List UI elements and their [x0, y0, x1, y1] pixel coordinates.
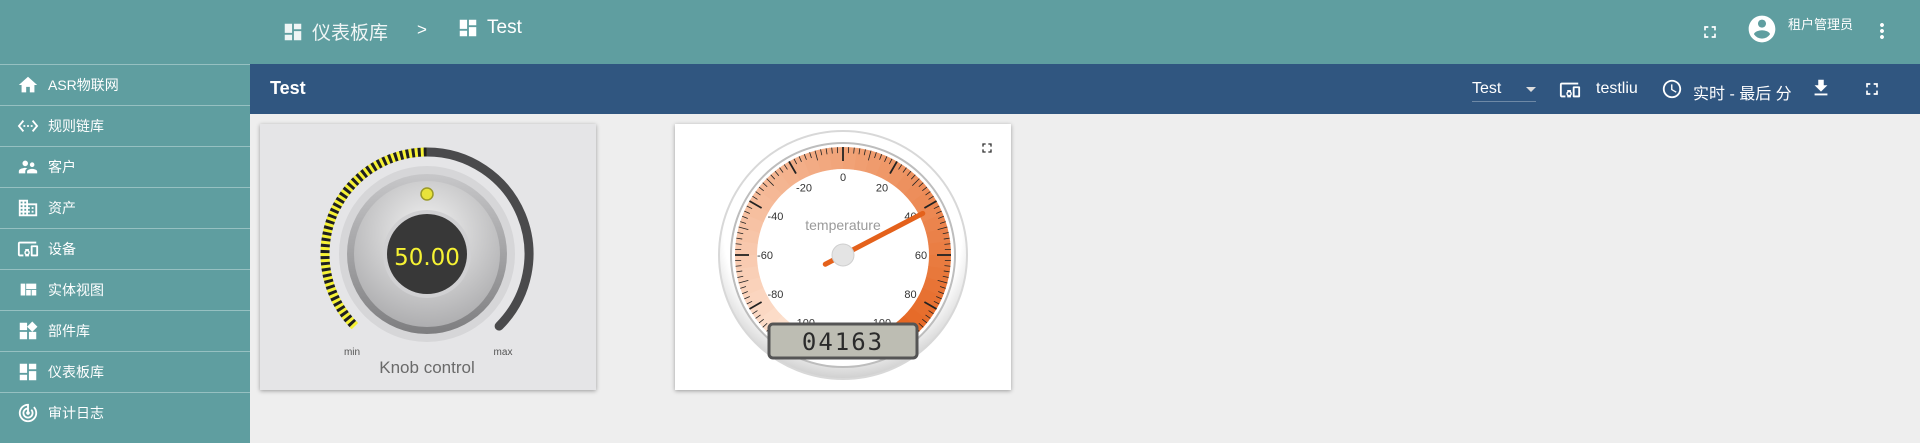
account-circle-icon[interactable] [1746, 13, 1778, 45]
gauge-hub [831, 243, 855, 267]
sidebar-item-label: 部件库 [48, 323, 90, 339]
sidebar-item-dashboards[interactable]: 仪表板库 [0, 351, 250, 392]
breadcrumb-current-dashboard: Test [457, 17, 522, 39]
gauge-tick-label: -40 [767, 211, 783, 223]
devices-other-icon[interactable] [1558, 79, 1582, 99]
clock-icon[interactable] [1661, 78, 1683, 100]
gauge-lcd-value: 04163 [802, 328, 884, 356]
sidebar-item-label: 规则链库 [48, 118, 104, 134]
sidebar-item-assets[interactable]: 资产 [0, 187, 250, 228]
dropdown-caret-icon [1526, 86, 1536, 92]
gauge-label: temperature [805, 217, 881, 233]
track-changes-icon [17, 402, 39, 424]
download-icon[interactable] [1810, 77, 1832, 99]
timewindow-label[interactable]: 实时 - 最后 分 [1693, 80, 1792, 104]
sidebar-item-label: 实体视图 [48, 282, 104, 298]
gauge: -100-80-60-40-20020406080100 temperature… [718, 130, 968, 380]
gauge-tick-label: 20 [876, 182, 888, 194]
knob-control-widget: 50.00 min max Knob control [260, 124, 596, 390]
knob-value: 50.00 [394, 245, 460, 271]
sidebar-item-home[interactable]: ASR物联网 [0, 64, 250, 105]
knob-control[interactable]: 50.00 min max Knob control [260, 124, 596, 390]
sidebar-item-label: 资产 [48, 200, 76, 216]
supervisor-account-icon [17, 156, 39, 178]
dashboard-icon [17, 361, 39, 383]
breadcrumb-label: Test [487, 17, 522, 38]
breadcrumb-label: 仪表板库 [312, 23, 389, 44]
gauge-tick-label: 80 [904, 289, 916, 301]
sidebar: ASR物联网 规则链库 客户 资产 设备 实体视图 部件库 仪表板库 审计日志 [0, 0, 250, 443]
sidebar-item-label: 设备 [48, 241, 76, 257]
gauge-tick-label: 0 [840, 172, 846, 184]
knob-min-label: min [344, 347, 360, 358]
gauge-tick-label: -80 [767, 289, 783, 301]
dashboard-state-select[interactable]: Test [1472, 80, 1536, 102]
sidebar-logo-area [0, 0, 250, 64]
knob-indicator-dot [420, 187, 434, 201]
gauge-tick-label: 60 [915, 250, 927, 262]
fullscreen-icon[interactable] [1862, 79, 1882, 99]
sidebar-item-devices[interactable]: 设备 [0, 228, 250, 269]
dashboard-title: Test [270, 78, 306, 98]
sidebar-item-label: 审计日志 [48, 405, 104, 421]
dashboard-toolbar: Test Test testliu 实时 - 最后 分 [250, 64, 1920, 114]
state-select-value: Test [1472, 80, 1502, 97]
sidebar-item-entity-views[interactable]: 实体视图 [0, 269, 250, 310]
widgets-icon [17, 320, 39, 342]
sidebar-item-customers[interactable]: 客户 [0, 146, 250, 187]
fullscreen-icon[interactable] [979, 140, 995, 156]
breadcrumb-separator: > [417, 20, 427, 39]
knob-title: Knob control [379, 358, 474, 377]
knob-max-label: max [494, 347, 513, 358]
analogue-gauge-widget: -100-80-60-40-20020406080100 temperature… [675, 124, 1011, 390]
gauge-tick-label: -60 [757, 250, 773, 262]
sidebar-item-rule-chains[interactable]: 规则链库 [0, 105, 250, 146]
view-quilt-icon [17, 279, 39, 301]
settings-ethernet-icon [17, 115, 39, 137]
sidebar-item-label: 客户 [48, 159, 76, 175]
sidebar-item-label: 仪表板库 [48, 364, 104, 380]
entity-alias-label[interactable]: testliu [1596, 80, 1638, 98]
domain-icon [17, 197, 39, 219]
sidebar-item-audit-logs[interactable]: 审计日志 [0, 392, 250, 433]
top-bar: 仪表板库 > Test 租户管理员 [250, 0, 1920, 64]
dashboard-icon [284, 23, 302, 40]
more-vert-icon[interactable] [1870, 19, 1894, 43]
breadcrumb-dashboards[interactable]: 仪表板库 [282, 18, 388, 45]
user-name: 租户管理员 [1788, 17, 1854, 32]
gauge-tick-label: -20 [796, 182, 812, 194]
devices-other-icon [17, 238, 39, 260]
fullscreen-icon[interactable] [1700, 22, 1720, 42]
home-icon [17, 74, 39, 96]
sidebar-item-widgets-library[interactable]: 部件库 [0, 310, 250, 351]
sidebar-item-label: ASR物联网 [48, 77, 119, 93]
dashboard-icon [459, 19, 477, 37]
